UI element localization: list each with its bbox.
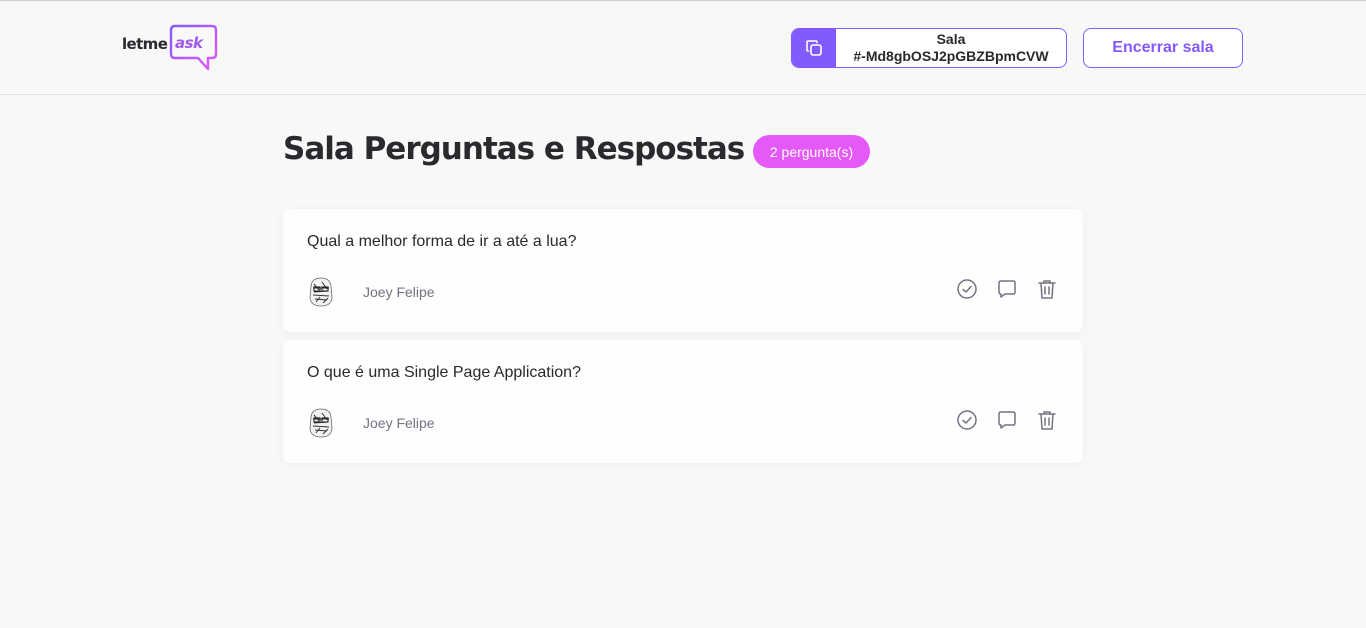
question-count-badge: 2 pergunta(s): [753, 135, 870, 168]
author-name: Joey Felipe: [363, 284, 435, 300]
letmeask-logo[interactable]: letme ask: [121, 24, 221, 72]
question-actions: [955, 408, 1059, 432]
delete-icon[interactable]: [1035, 408, 1059, 432]
author-name: Joey Felipe: [363, 415, 435, 431]
logo-text-letme: letme: [122, 35, 168, 53]
answer-icon[interactable]: [995, 408, 1019, 432]
question-text: O que é uma Single Page Application?: [307, 364, 581, 381]
page-title: Sala Perguntas e Respostas: [283, 131, 745, 167]
question-text: Qual a melhor forma de ir a até a lua?: [307, 233, 577, 250]
room-code-label: Sala: [936, 31, 966, 47]
avatar: [309, 408, 333, 438]
end-room-button[interactable]: Encerrar sala: [1083, 28, 1243, 68]
room-code-value: #-Md8gbOSJ2pGBZBpmCVW: [853, 48, 1049, 64]
avatar: [309, 277, 333, 307]
question-card: Qual a melhor forma de ir a até a lua? J…: [283, 209, 1083, 332]
copy-icon: [792, 29, 836, 67]
question-card: O que é uma Single Page Application? Joe…: [283, 340, 1083, 463]
logo-text-ask: ask: [175, 34, 203, 52]
question-actions: [955, 277, 1059, 301]
page-header: letme ask Sala #-Md8gbOSJ2pGBZBpmCVW Enc…: [0, 1, 1366, 95]
delete-icon[interactable]: [1035, 277, 1059, 301]
check-icon[interactable]: [955, 277, 979, 301]
room-code-button[interactable]: Sala #-Md8gbOSJ2pGBZBpmCVW: [791, 28, 1067, 68]
room-code-text: Sala #-Md8gbOSJ2pGBZBpmCVW: [836, 29, 1066, 67]
answer-icon[interactable]: [995, 277, 1019, 301]
check-icon[interactable]: [955, 408, 979, 432]
